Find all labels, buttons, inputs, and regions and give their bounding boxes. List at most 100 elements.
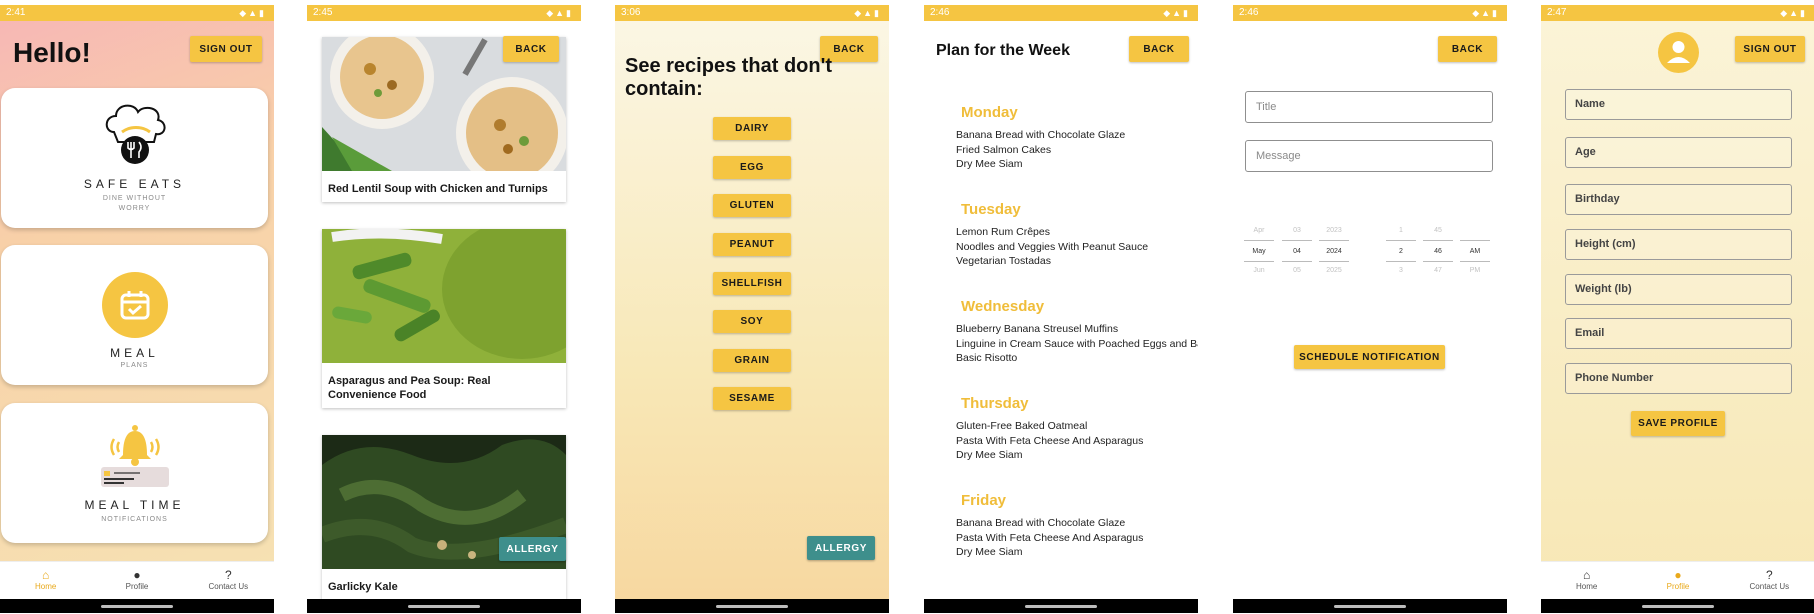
recipe-card[interactable]: Asparagus and Pea Soup: Real Convenience… [322, 219, 581, 408]
day-heading-thursday: Thursday [961, 395, 1029, 412]
meal-time-notifications-card[interactable]: MEAL TIME NOTIFICATIONS [1, 403, 268, 543]
back-button[interactable]: BACK [503, 36, 559, 62]
system-nav-bar [1233, 599, 1507, 613]
picker-selected-value: 2 [1386, 240, 1416, 262]
sign-out-button[interactable]: SIGN OUT [1735, 36, 1805, 62]
email-field[interactable]: Email [1565, 318, 1792, 349]
status-time: 2:47 [1547, 7, 1567, 18]
schedule-notification-button[interactable]: SCHEDULE NOTIFICATION [1294, 345, 1445, 369]
picker-next-value: 2025 [1326, 267, 1342, 274]
status-bar: 2:45 ◆▲▮ [307, 5, 581, 21]
profile-icon: ● [133, 568, 141, 582]
meal-item: Blueberry Banana Streusel Muffins [956, 323, 1119, 335]
back-button[interactable]: BACK [1438, 36, 1497, 62]
nav-profile[interactable]: ● Profile [1632, 562, 1723, 599]
save-profile-button[interactable]: SAVE PROFILE [1631, 411, 1725, 436]
minute-picker[interactable]: 45 46 47 [1423, 222, 1453, 280]
allergy-button[interactable]: ALLERGY [499, 537, 566, 561]
safe-eats-card[interactable]: SAFE EATS DINE WITHOUT WORRY [1, 88, 268, 228]
age-field[interactable]: Age [1565, 137, 1792, 168]
home-gesture-pill[interactable] [408, 605, 480, 608]
status-time: 2:45 [313, 7, 333, 18]
allergen-gluten-button[interactable]: GLUTEN [713, 194, 791, 217]
picker-next-value: 05 [1293, 267, 1301, 274]
allergy-button[interactable]: ALLERGY [807, 536, 875, 560]
card-subtitle-notifications: NOTIFICATIONS [101, 516, 168, 523]
back-button[interactable]: BACK [1129, 36, 1189, 62]
nav-contact[interactable]: ? Contact Us [1724, 562, 1814, 599]
year-picker[interactable]: 2023 2024 2025 [1319, 222, 1349, 280]
allergy-filter-screen: 3:06 ◆▲▮ BACK See recipes that don't con… [615, 5, 889, 613]
ampm-picker[interactable]: AM PM [1460, 222, 1490, 280]
meal-plans-card[interactable]: MEAL PLANS [1, 245, 268, 385]
title-placeholder: Title [1256, 101, 1277, 113]
hour-picker[interactable]: 1 2 3 [1386, 222, 1416, 280]
picker-prev-value: 2023 [1326, 227, 1342, 234]
status-bar: 2:41 ◆▲▮ [0, 5, 274, 21]
card-subtitle-line2: WORRY [118, 205, 151, 212]
card-subtitle-line1: DINE WITHOUT [102, 195, 167, 202]
meal-item: Gluten-Free Baked Oatmeal [956, 420, 1088, 432]
day-picker[interactable]: 03 04 05 [1282, 222, 1312, 280]
day-heading-wednesday: Wednesday [961, 298, 1045, 315]
allergen-grain-button[interactable]: GRAIN [713, 349, 791, 372]
recipe-card[interactable]: Garlicky Kale [319, 435, 569, 600]
allergen-dairy-button[interactable]: DAIRY [713, 117, 791, 140]
status-time: 3:06 [621, 7, 641, 18]
status-icons: ◆▲▮ [1472, 8, 1499, 18]
meal-item: Banana Bread with Chocolate Glaze [956, 129, 1126, 141]
calendar-check-icon [101, 272, 168, 338]
nav-home[interactable]: ⌂ Home [1541, 562, 1632, 599]
picker-next-value: 47 [1434, 267, 1442, 274]
sign-out-button[interactable]: SIGN OUT [190, 36, 262, 62]
help-icon: ? [1765, 568, 1773, 582]
help-icon: ? [224, 568, 232, 582]
birthday-field[interactable]: Birthday [1565, 184, 1792, 215]
month-picker[interactable]: Apr May Jun [1244, 222, 1274, 280]
notification-screen: 2:46 ◆▲▮ BACK Title Message Apr May Jun … [1233, 5, 1507, 613]
allergen-sesame-button[interactable]: SESAME [713, 387, 791, 410]
meal-item: Dry Mee Siam [956, 158, 1023, 170]
allergen-peanut-button[interactable]: PEANUT [713, 233, 791, 256]
meal-item: Vegetarian Tostadas [956, 255, 1051, 267]
meal-item: Pasta With Feta Cheese And Asparagus [956, 532, 1144, 544]
weight-field[interactable]: Weight (lb) [1565, 274, 1792, 305]
meal-item: Banana Bread with Chocolate Glaze [956, 517, 1126, 529]
picker-selected-value: 46 [1423, 240, 1453, 262]
nav-profile-label: Profile [1666, 582, 1690, 591]
day-heading-tuesday: Tuesday [961, 201, 1021, 218]
home-gesture-pill[interactable] [1025, 605, 1097, 608]
name-field[interactable]: Name [1565, 89, 1792, 120]
nav-contact-label: Contact Us [1749, 582, 1790, 591]
nav-profile-label: Profile [125, 582, 149, 591]
phone-field[interactable]: Phone Number [1565, 363, 1792, 394]
home-gesture-pill[interactable] [716, 605, 788, 608]
meal-item: Dry Mee Siam [956, 546, 1023, 558]
page-title: Plan for the Week [936, 42, 1070, 59]
home-icon: ⌂ [1583, 568, 1591, 582]
picker-prev-value: Apr [1253, 227, 1265, 234]
nav-contact[interactable]: ? Contact Us [183, 562, 274, 599]
home-gesture-pill[interactable] [1642, 605, 1714, 608]
picker-next-value: 3 [1399, 267, 1403, 274]
day-heading-friday: Friday [961, 492, 1007, 509]
home-gesture-pill[interactable] [1334, 605, 1406, 608]
system-nav-bar [0, 599, 274, 613]
title-field[interactable]: Title [1245, 91, 1493, 123]
name-placeholder: Name [1575, 98, 1605, 110]
message-field[interactable]: Message [1245, 140, 1493, 172]
allergen-soy-button[interactable]: SOY [713, 310, 791, 333]
allergen-shellfish-button[interactable]: SHELLFISH [713, 272, 791, 295]
recipe-title: Asparagus and Pea Soup: Real Convenience… [328, 375, 491, 401]
allergen-egg-button[interactable]: EGG [713, 156, 791, 179]
status-icons: ◆▲▮ [546, 8, 573, 18]
recipe-title: Red Lentil Soup with Chicken and Turnips [328, 183, 548, 195]
height-field[interactable]: Height (cm) [1565, 229, 1792, 260]
status-time: 2:46 [930, 7, 950, 18]
status-bar: 3:06 ◆▲▮ [615, 5, 889, 21]
nav-contact-label: Contact Us [208, 582, 249, 591]
nav-profile[interactable]: ● Profile [91, 562, 182, 599]
home-gesture-pill[interactable] [101, 605, 173, 608]
filter-heading: See recipes that don't contain: [625, 55, 833, 100]
nav-home[interactable]: ⌂ Home [0, 562, 91, 599]
